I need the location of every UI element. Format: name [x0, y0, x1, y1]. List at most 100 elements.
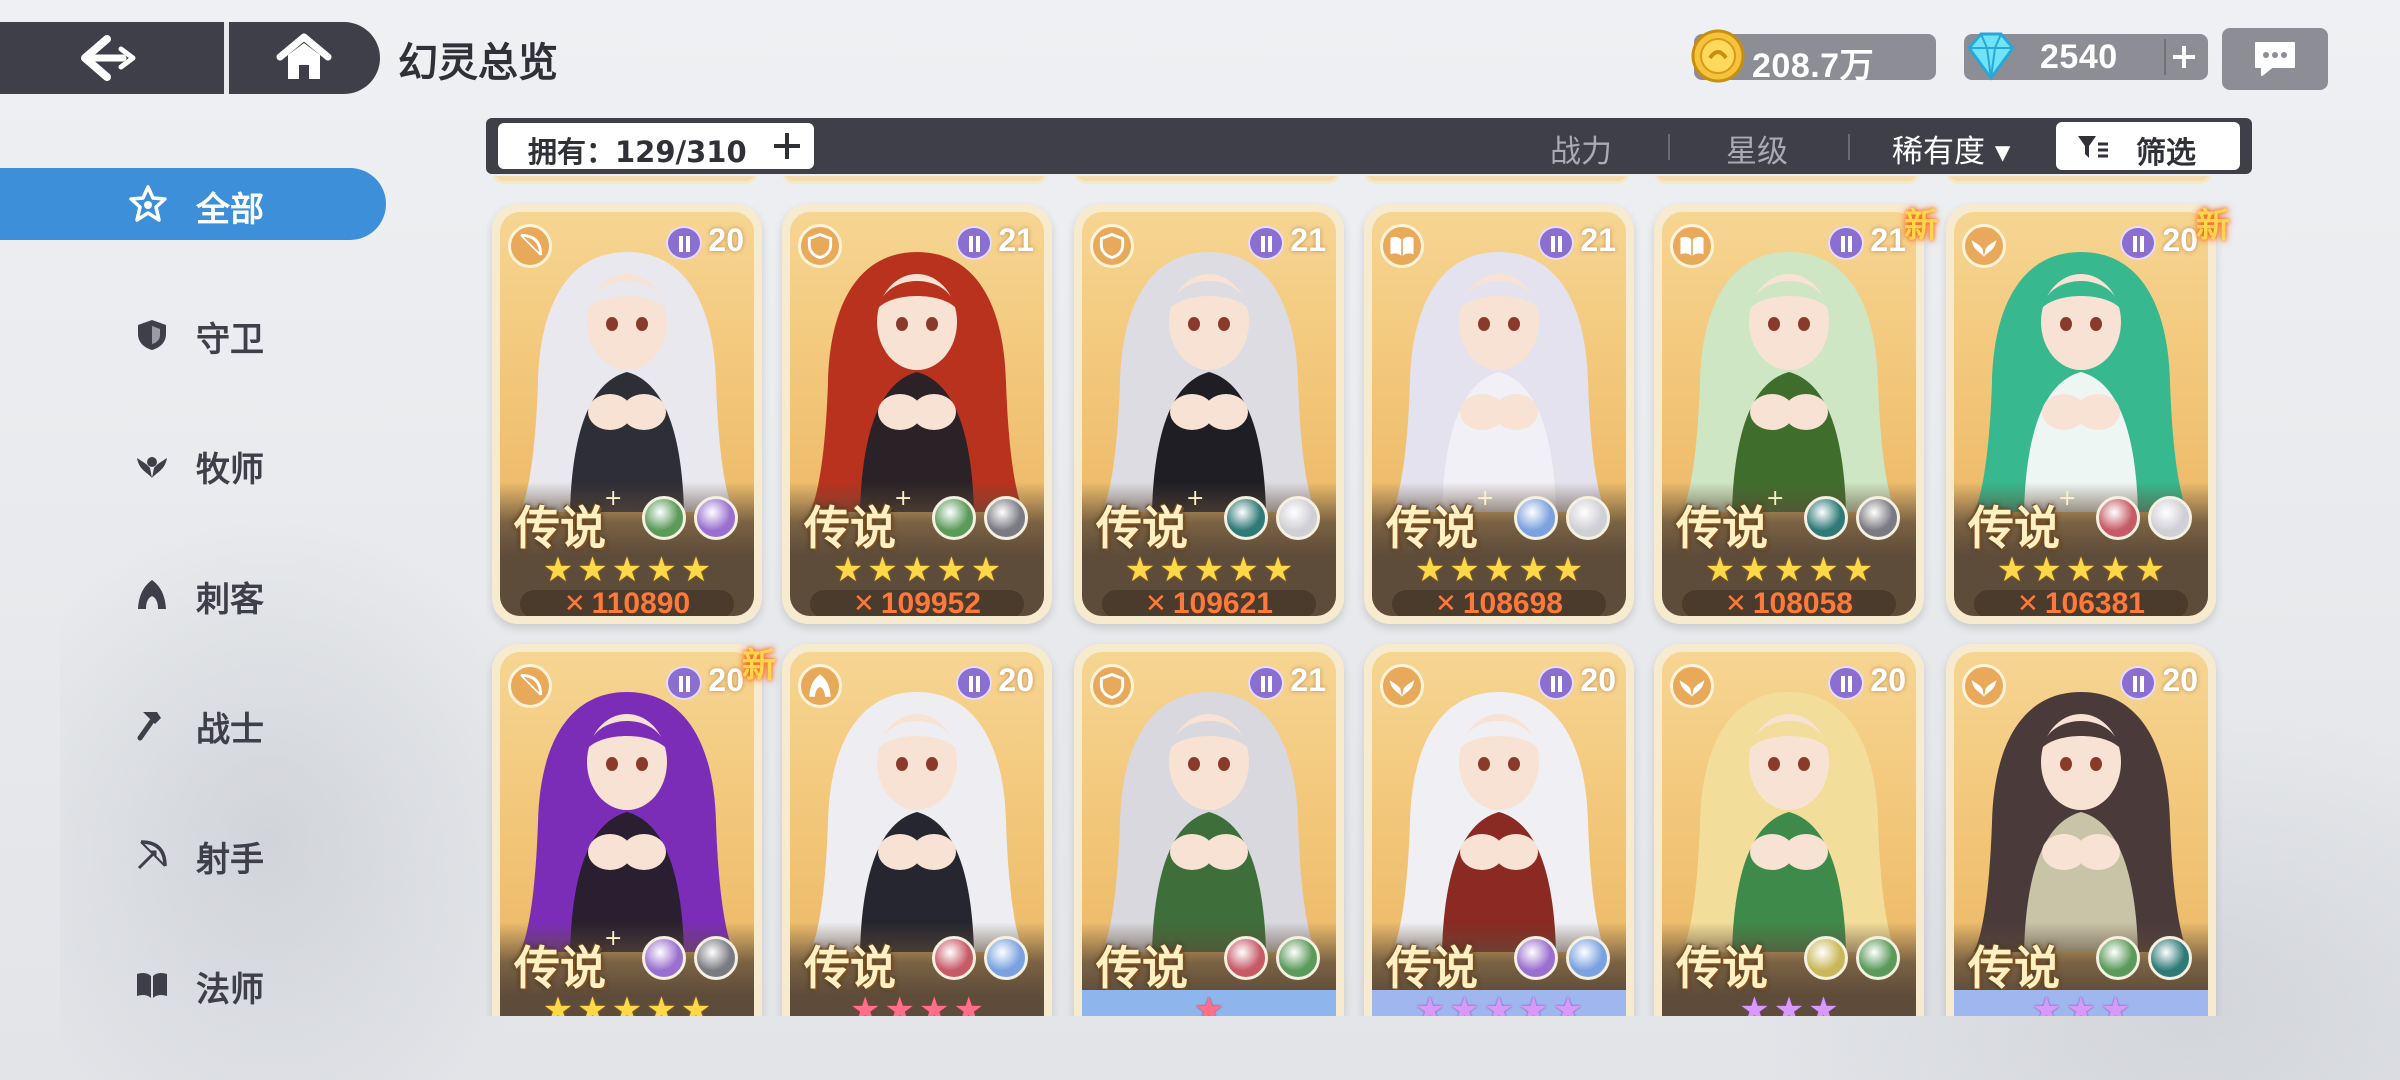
- star-icon: ★: [577, 990, 608, 1016]
- star-rating: ★: [1082, 990, 1336, 1016]
- pause-level-icon: [2120, 226, 2156, 260]
- card-edge: [1654, 176, 1920, 184]
- crossed-swords-icon: ✕: [2017, 589, 2039, 616]
- sidebar-item-mage[interactable]: 法师: [0, 948, 386, 1020]
- sidebar-item-guard[interactable]: 守卫: [0, 298, 386, 370]
- rarity-label: 传说: [1968, 941, 2060, 995]
- hero-card[interactable]: 20 传说 ★ ★ ★ ★: [782, 644, 1052, 1016]
- sidebar-item-all[interactable]: 全部: [0, 168, 386, 240]
- element-icon: [694, 936, 738, 980]
- priest-wings-icon: [1389, 680, 1415, 697]
- shield-icon: [807, 232, 833, 260]
- diamond-icon: [1967, 32, 2015, 81]
- hero-card[interactable]: 20 传说 + ★ ★ ★ ★ ★ ✕ 110890: [492, 204, 762, 624]
- class-badge: [1380, 664, 1424, 708]
- sidebar-item-archer[interactable]: 射手: [0, 818, 386, 890]
- element-icon: [932, 936, 976, 980]
- star-icon: ★: [542, 550, 574, 590]
- card-inner: 20 传说 ★ ★ ★ ★: [790, 652, 1044, 1016]
- combat-power: ✕ 106381: [1974, 587, 2188, 616]
- hero-card[interactable]: 20 传说 + ★ ★ ★ ★ ★ ✕ 106381 新: [1946, 204, 2230, 624]
- gem-currency: 2540: [1964, 32, 2208, 81]
- gold-coin-icon: [1691, 29, 1745, 83]
- sidebar-item-warrior[interactable]: 战士: [0, 688, 386, 760]
- pause-level-icon: [1828, 666, 1864, 700]
- sort-rarity-dropdown[interactable]: 稀有度 ▾: [1892, 126, 2010, 171]
- card-level: 20: [1870, 662, 1906, 698]
- card-inner: 20 传说 ★ ★ ★: [1954, 652, 2208, 1016]
- power-value: 109952: [880, 587, 981, 616]
- star-rating: ★ ★ ★: [1662, 990, 1916, 1016]
- rarity-label: 传说: [1096, 501, 1188, 555]
- rarity-plus-mark: +: [894, 486, 913, 511]
- plus-icon: [2173, 46, 2195, 68]
- hero-card[interactable]: 20 传说 ★ ★ ★: [1654, 644, 1924, 1016]
- star-icon: ★: [1483, 550, 1515, 590]
- sort-power-tab[interactable]: 战力: [1550, 126, 1612, 171]
- card-edge: [492, 176, 758, 184]
- filter-bar: 拥有：129/310 战力 星级 稀有度 ▾ 筛选: [486, 118, 2252, 174]
- owned-count-box[interactable]: 拥有：129/310: [498, 123, 814, 169]
- rarity-label: 传说: [1676, 941, 1768, 995]
- hero-card[interactable]: 20 传说 + ★ ★ ★ ★ ★ 新: [492, 644, 776, 1016]
- hero-card[interactable]: 21 传说 + ★ ★ ★ ★ ★ ✕ 109621: [1074, 204, 1344, 624]
- star-icon: ★: [611, 550, 643, 590]
- back-button[interactable]: [0, 22, 224, 94]
- element-icon: [1224, 936, 1268, 980]
- star-icon: ★: [1124, 550, 1156, 590]
- hammer-icon: [137, 712, 161, 741]
- card-level: 21: [1290, 222, 1326, 258]
- add-gems-button[interactable]: [2164, 39, 2202, 75]
- hero-card[interactable]: 21 传说 + ★ ★ ★ ★ ★ ✕ 108058 新: [1654, 204, 1938, 624]
- star-icon: ★: [1414, 550, 1446, 590]
- owned-count: 拥有：129/310: [528, 135, 747, 169]
- star-icon: ★: [1449, 550, 1480, 590]
- sort-star-tab[interactable]: 星级: [1726, 126, 1788, 171]
- chat-button[interactable]: [2222, 28, 2328, 90]
- pause-level-icon: [956, 666, 992, 700]
- rarity-plus-mark: +: [1766, 486, 1785, 511]
- sidebar-item-label: 全部: [196, 190, 264, 230]
- star-icon: ★: [1739, 990, 1770, 1016]
- star-icon: ★: [1518, 990, 1549, 1016]
- home-button[interactable]: [229, 22, 379, 94]
- hero-card[interactable]: 21 传说 + ★ ★ ★ ★ ★ ✕ 108698: [1364, 204, 1634, 624]
- star-icon: ★: [919, 990, 950, 1016]
- power-value: 108058: [1752, 587, 1853, 616]
- hero-card[interactable]: 20 传说 ★ ★ ★: [1946, 644, 2216, 1016]
- crossed-swords-icon: ✕: [1145, 589, 1167, 616]
- priest-wings-icon: [1971, 680, 1997, 697]
- element-icon: [984, 936, 1028, 980]
- element-icon: [1566, 936, 1610, 980]
- element-icon: [642, 496, 686, 540]
- hero-card[interactable]: 21 传说 ★: [1074, 644, 1344, 1016]
- top-bar: 幻灵总览 208.7万 2540: [0, 0, 2400, 116]
- combat-power: ✕ 108058: [1682, 587, 1896, 616]
- pause-level-icon: [1248, 226, 1284, 260]
- card-inner: 20 传说 ★ ★ ★ ★ ★: [1372, 652, 1626, 1016]
- star-icon: ★: [2031, 550, 2062, 590]
- rarity-label: 传说: [514, 941, 606, 995]
- crossed-swords-icon: ✕: [1435, 589, 1457, 616]
- combat-power: ✕ 110890: [520, 587, 734, 616]
- power-value: 109621: [1172, 587, 1273, 616]
- hero-card[interactable]: 20 传说 ★ ★ ★ ★ ★: [1364, 644, 1634, 1016]
- star-icon: ★: [1996, 550, 2028, 590]
- new-badge: 新: [1904, 206, 1938, 246]
- rarity-plus-mark: +: [2058, 486, 2077, 511]
- star-rating: ★ ★ ★ ★ ★: [1372, 990, 1626, 1016]
- element-icon: [2096, 936, 2140, 980]
- book-icon: [1680, 236, 1704, 256]
- sidebar-item-assassin[interactable]: 刺客: [0, 558, 386, 630]
- hero-card[interactable]: 21 传说 + ★ ★ ★ ★ ★ ✕ 109952: [782, 204, 1052, 624]
- star-rating: ★ ★ ★: [1954, 990, 2208, 1016]
- star-rating: ★ ★ ★ ★: [790, 990, 1044, 1016]
- sidebar-item-priest[interactable]: 牧师: [0, 428, 386, 500]
- filter-button[interactable]: 筛选: [2056, 122, 2240, 171]
- expand-slots-button[interactable]: [768, 127, 806, 165]
- card-level: 21: [1290, 662, 1326, 698]
- star-rating: ★ ★ ★ ★ ★: [500, 990, 754, 1016]
- star-icon: ★: [1773, 990, 1805, 1016]
- star-icon: ★: [953, 990, 984, 1016]
- star-icon: ★: [1842, 550, 1874, 590]
